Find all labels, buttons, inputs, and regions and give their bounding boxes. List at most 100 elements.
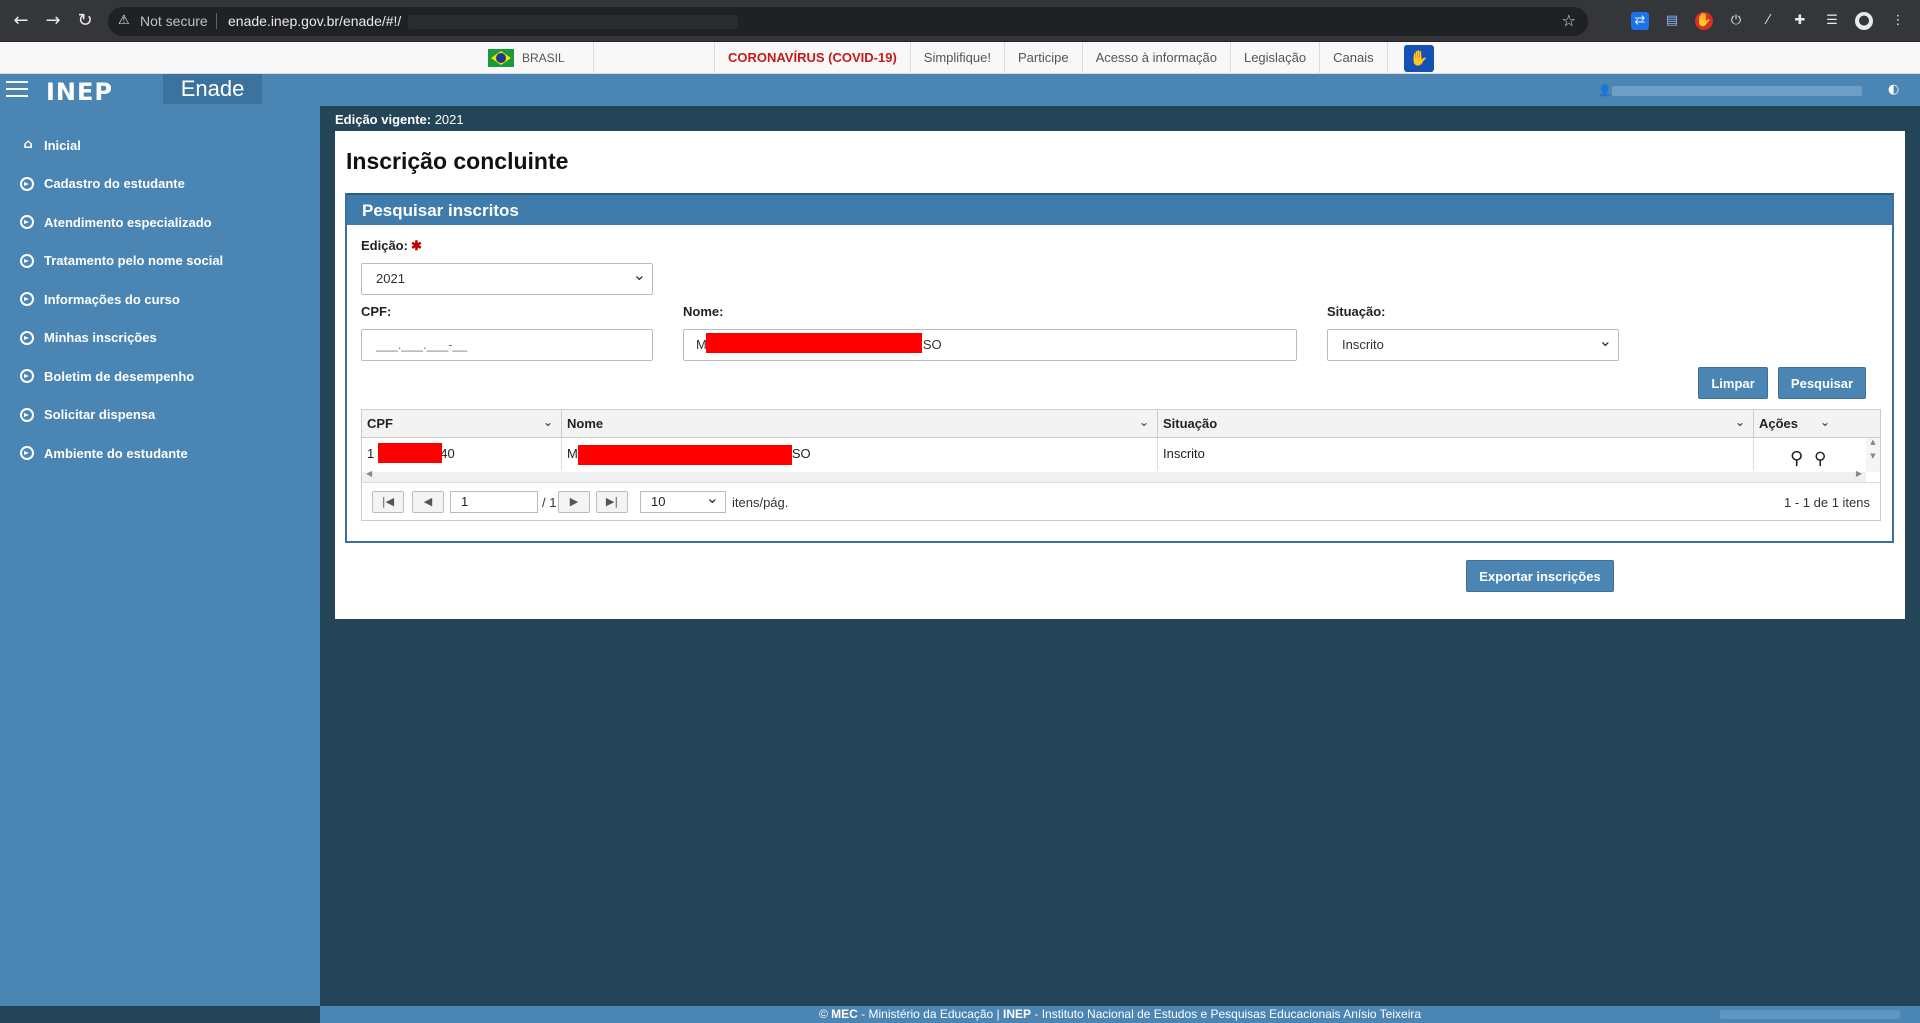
app-header: INEP Enade 👤 ◐ <box>0 74 1920 106</box>
vlibras-icon[interactable]: ✋ <box>1404 45 1434 72</box>
chevron-down-icon[interactable]: ⌄ <box>543 408 553 436</box>
address-bar[interactable]: ⚠ Not secure enade.inep.gov.br/enade/#!/… <box>108 7 1588 36</box>
url-text[interactable]: enade.inep.gov.br/enade/#!/ <box>228 13 401 29</box>
power-icon[interactable]: ⏻ <box>1727 12 1745 30</box>
sidebar-item-label: Solicitar dispensa <box>44 407 156 423</box>
cpf-label: CPF: <box>361 304 392 319</box>
sidebar-item-inicial[interactable]: ⌂ Inicial <box>0 126 320 165</box>
sidebar-item-label: Minhas inscrições <box>44 330 157 346</box>
edicao-vigente: Edição vigente: 2021 <box>335 112 464 127</box>
sidebar-item-boletim[interactable]: Boletim de desempenho <box>0 357 320 396</box>
chevron-down-icon[interactable]: ⌄ <box>1735 408 1745 436</box>
reading-list-icon[interactable]: ☰ <box>1823 12 1841 30</box>
edicao-select[interactable]: 2021 <box>361 260 653 295</box>
sidebar-item-atendimento[interactable]: Atendimento especializado <box>0 203 320 242</box>
required-icon: ✱ <box>410 238 422 253</box>
govbar-link-legislacao[interactable]: Legislação <box>1231 42 1321 74</box>
export-button[interactable]: Exportar inscrições <box>1466 560 1614 592</box>
sidebar-item-dispensa[interactable]: Solicitar dispensa <box>0 396 320 435</box>
redacted-name <box>578 445 792 465</box>
gov-bar: BRASIL CORONAVÍRUS (COVID-19) Simplifiqu… <box>0 42 1920 74</box>
sidebar-item-label: Ambiente do estudante <box>44 445 188 461</box>
last-page-button[interactable]: ▶| <box>596 491 628 513</box>
forward-icon[interactable]: → <box>42 10 64 32</box>
edicao-label: Edição: ✱ <box>361 238 422 253</box>
warning-icon: ⚠ <box>118 13 130 28</box>
vertical-scrollbar[interactable]: ▲ ▼ <box>1866 438 1880 472</box>
footer-mec-text: - Ministério da Educação | <box>857 1007 1004 1021</box>
sidebar-item-cadastro[interactable]: Cadastro do estudante <box>0 165 320 204</box>
govbar-link-covid[interactable]: CORONAVÍRUS (COVID-19) <box>715 42 911 74</box>
sidebar-item-nome-social[interactable]: Tratamento pelo nome social <box>0 242 320 281</box>
redacted-cpf <box>378 443 442 463</box>
arrow-circle-icon <box>20 292 34 307</box>
pesquisar-button[interactable]: Pesquisar <box>1778 367 1866 399</box>
content-panel: Inscrição concluinte Pesquisar inscritos… <box>335 131 1905 619</box>
hamburger-menu-icon[interactable] <box>6 81 28 99</box>
sidebar-item-label: Inicial <box>44 137 81 153</box>
sidebar-item-label: Tratamento pelo nome social <box>44 253 224 269</box>
column-header-acoes[interactable]: Ações ⌄ <box>1754 410 1880 438</box>
nome-label: Nome: <box>683 304 724 319</box>
sidebar-item-informacoes-curso[interactable]: Informações do curso <box>0 280 320 319</box>
column-header-cpf[interactable]: CPF ⌄ <box>362 410 562 438</box>
column-header-nome[interactable]: Nome ⌄ <box>562 410 1158 438</box>
govbar-link-simplifique[interactable]: Simplifique! <box>911 42 1005 74</box>
user-name[interactable] <box>1612 86 1862 96</box>
extension-icon[interactable]: ▤ <box>1663 12 1681 30</box>
footer-inep-text: - Instituto Nacional de Estudos e Pesqui… <box>1031 1007 1422 1021</box>
footer-inep: INEP <box>1003 1007 1032 1021</box>
arrow-circle-icon <box>20 369 34 384</box>
back-icon[interactable]: ← <box>10 10 32 32</box>
menu-dots-icon[interactable]: ⋮ <box>1889 12 1907 30</box>
page-size-select[interactable]: 10 <box>640 488 726 513</box>
situacao-select[interactable]: Inscrito <box>1327 326 1619 361</box>
security-label: Not secure <box>140 13 208 29</box>
extension-icon[interactable]: ⇄ <box>1631 12 1649 30</box>
page-input[interactable]: 1 <box>450 491 538 513</box>
search-icon[interactable]: ⚲ <box>1790 443 1803 475</box>
arrow-circle-icon <box>20 407 34 422</box>
prev-page-button[interactable]: ◀ <box>412 491 444 513</box>
reload-icon[interactable]: ↻ <box>74 10 96 32</box>
first-page-button[interactable]: |◀ <box>372 491 404 513</box>
map-marker-icon[interactable]: ⚲ <box>1814 443 1826 475</box>
next-page-button[interactable]: ▶ <box>558 491 590 513</box>
extension-icon[interactable]: ✋ <box>1695 12 1713 30</box>
bookmark-star-icon[interactable]: ☆ <box>1562 11 1576 30</box>
app-name: Enade <box>163 74 262 104</box>
contrast-icon[interactable]: ◐ <box>1888 82 1899 97</box>
govbar-link-canais[interactable]: Canais <box>1320 42 1388 74</box>
grid-header: CPF ⌄ Nome ⌄ Situação ⌄ Ações ⌄ <box>362 410 1880 438</box>
extension-icon[interactable]: ⁄ <box>1759 12 1777 30</box>
per-page-label: itens/pág. <box>732 495 789 510</box>
cell-situacao: Inscrito <box>1158 438 1754 470</box>
situacao-label: Situação: <box>1327 304 1386 319</box>
gov-links: CORONAVÍRUS (COVID-19) Simplifique! Part… <box>714 42 1388 74</box>
arrow-circle-icon <box>20 446 34 461</box>
govbar-link-participe[interactable]: Participe <box>1005 42 1083 74</box>
profile-icon[interactable]: ● <box>1855 12 1873 30</box>
pager-summary: 1 - 1 de 1 itens <box>1784 495 1870 510</box>
arrow-circle-icon <box>20 215 34 230</box>
govbar-link-acesso[interactable]: Acesso à informação <box>1083 42 1231 74</box>
footer: © MEC - Ministério da Educação | INEP - … <box>320 1006 1920 1023</box>
chevron-down-icon[interactable]: ⌄ <box>1820 408 1830 436</box>
inep-logo[interactable]: INEP <box>46 78 113 106</box>
sidebar: ⌂ Inicial Cadastro do estudante Atendimen… <box>0 106 320 1006</box>
brasil-link[interactable]: BRASIL <box>476 42 594 74</box>
sidebar-item-label: Atendimento especializado <box>44 214 212 230</box>
chevron-down-icon[interactable]: ⌄ <box>1139 408 1149 436</box>
arrow-circle-icon <box>20 253 34 268</box>
sidebar-item-label: Cadastro do estudante <box>44 176 185 192</box>
sidebar-item-ambiente[interactable]: Ambiente do estudante <box>0 434 320 473</box>
pager: |◀ ◀ 1 / 1 ▶ ▶| 10 itens/pág. 1 - 1 de 1… <box>362 482 1880 520</box>
horizontal-scrollbar[interactable]: ◀ ▶ <box>362 469 1866 482</box>
cpf-input[interactable]: ___.___.___-__ <box>361 329 653 361</box>
sidebar-item-label: Informações do curso <box>44 291 180 307</box>
page-total: / 1 <box>542 495 557 510</box>
limpar-button[interactable]: Limpar <box>1698 367 1768 399</box>
puzzle-icon[interactable]: ✚ <box>1791 12 1809 30</box>
column-header-situacao[interactable]: Situação ⌄ <box>1158 410 1754 438</box>
sidebar-item-minhas-inscricoes[interactable]: Minhas inscrições <box>0 319 320 358</box>
